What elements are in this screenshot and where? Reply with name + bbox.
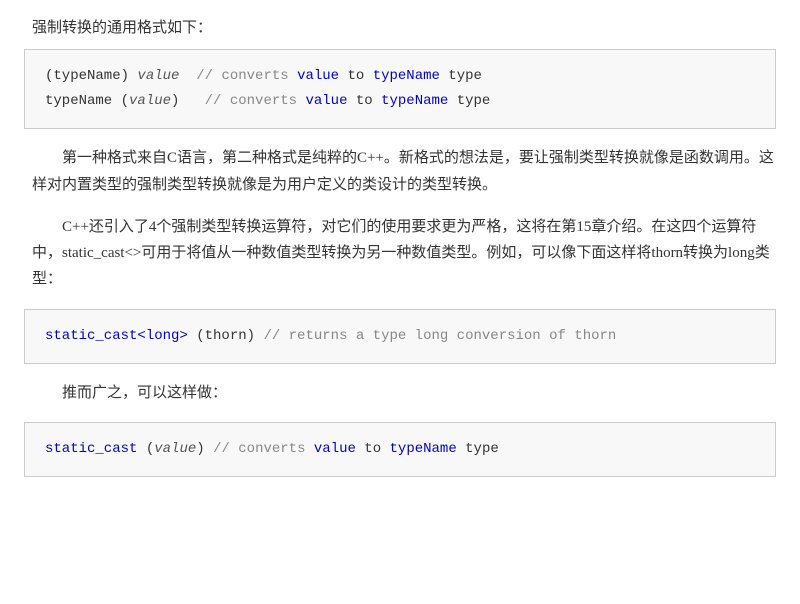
code-blue-6: typeName xyxy=(390,441,457,457)
code-comment-2: // converts xyxy=(179,93,305,109)
code-blue-1: value xyxy=(297,68,339,84)
code-italic-3: value xyxy=(154,441,196,457)
code-italic-2: value xyxy=(129,93,171,109)
code-block-2: static_cast<long> (thorn) // returns a t… xyxy=(24,309,776,364)
code-line-4: static_cast (value) // converts value to… xyxy=(45,437,755,462)
code-comment-1: // converts xyxy=(179,68,297,84)
code-block-3: static_cast (value) // converts value to… xyxy=(24,422,776,477)
code-line-2: typeName (value) // converts value to ty… xyxy=(45,89,755,114)
code-italic-1: value xyxy=(137,68,179,84)
code-to-3: to xyxy=(356,441,390,457)
code-line-3: static_cast<long> (thorn) // returns a t… xyxy=(45,324,755,349)
code-close-3: ) xyxy=(196,441,213,457)
code-to-1: to xyxy=(339,68,373,84)
code-blue-2: typeName xyxy=(373,68,440,84)
code-paren-1: (typeName) xyxy=(45,68,137,84)
code-type-2: type xyxy=(448,93,490,109)
intro-text: 强制转换的通用格式如下： xyxy=(24,16,776,37)
code-to-2: to xyxy=(347,93,381,109)
code-keyword-1: static_cast<long> xyxy=(45,328,188,344)
code-blue-3: value xyxy=(305,93,347,109)
code-type-1: type xyxy=(440,68,482,84)
code-blue-4: typeName xyxy=(381,93,448,109)
code-comment-3: // returns a type long conversion of tho… xyxy=(263,328,616,344)
paragraph-3: 推而广之，可以这样做： xyxy=(24,380,776,406)
code-space-1: (thorn) xyxy=(188,328,264,344)
code-comment-4: // converts xyxy=(213,441,314,457)
code-paren-2: typeName ( xyxy=(45,93,129,109)
paragraph-1: 第一种格式来自C语言，第二种格式是纯粹的C++。新格式的想法是，要让强制类型转换… xyxy=(24,145,776,198)
paragraph-2: C++还引入了4个强制类型转换运算符，对它们的使用要求更为严格，这将在第15章介… xyxy=(24,214,776,293)
code-type-3: type xyxy=(457,441,499,457)
code-space-2: ( xyxy=(137,441,154,457)
code-blue-5: value xyxy=(314,441,356,457)
code-line-1: (typeName) value // converts value to ty… xyxy=(45,64,755,89)
code-block-1: (typeName) value // converts value to ty… xyxy=(24,49,776,129)
code-keyword-2: static_cast xyxy=(45,441,137,457)
